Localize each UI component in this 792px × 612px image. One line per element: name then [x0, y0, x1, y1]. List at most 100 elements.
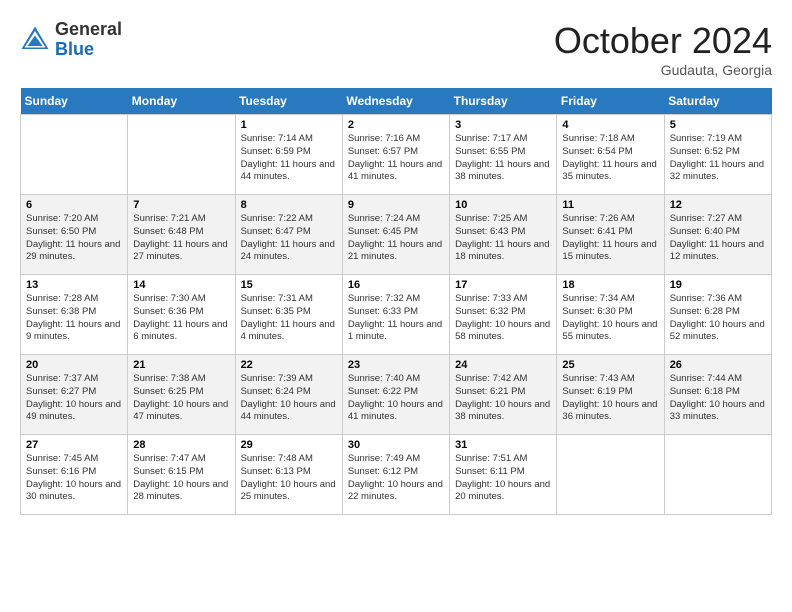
day-info: Sunrise: 7:16 AMSunset: 6:57 PMDaylight:… [348, 133, 444, 184]
calendar-cell: 9 Sunrise: 7:24 AMSunset: 6:45 PMDaylight… [342, 195, 449, 275]
logo-general: General [55, 20, 122, 40]
calendar-cell: 16Sunrise: 7:32 AMSunset: 6:33 PMDayligh… [342, 275, 449, 355]
month-title: October 2024 [554, 20, 772, 62]
day-info: Sunrise: 7:33 AMSunset: 6:32 PMDaylight:… [455, 293, 551, 344]
day-number: 8 [241, 199, 337, 211]
day-info: Sunrise: 7:24 AMSunset: 6:45 PMDaylight:… [348, 213, 444, 264]
calendar-cell: 4 Sunrise: 7:18 AMSunset: 6:54 PMDaylight… [557, 115, 664, 195]
calendar-cell: 19 Sunrise: 7:36 AMSunset: 6:28 PMDayligh… [664, 275, 771, 355]
day-number: 26 [670, 359, 766, 371]
day-info: Sunrise: 7:42 AMSunset: 6:21 PMDaylight:… [455, 373, 551, 424]
day-number: 7 [133, 199, 229, 211]
calendar-cell [557, 435, 664, 515]
day-info: Sunrise: 7:21 AMSunset: 6:48 PMDaylight:… [133, 213, 229, 264]
calendar-cell: 6 Sunrise: 7:20 AMSunset: 6:50 PMDaylight… [21, 195, 128, 275]
calendar-cell: 21 Sunrise: 7:38 AMSunset: 6:25 PMDayligh… [128, 355, 235, 435]
day-info: Sunrise: 7:45 AMSunset: 6:16 PMDaylight:… [26, 453, 122, 504]
weekday-header-thursday: Thursday [450, 88, 557, 115]
day-info: Sunrise: 7:20 AMSunset: 6:50 PMDaylight:… [26, 213, 122, 264]
day-number: 15 [241, 279, 337, 291]
calendar-cell [128, 115, 235, 195]
calendar-cell: 11 Sunrise: 7:26 AMSunset: 6:41 PMDayligh… [557, 195, 664, 275]
calendar-cell: 2 Sunrise: 7:16 AMSunset: 6:57 PMDaylight… [342, 115, 449, 195]
day-number: 2 [348, 119, 444, 131]
calendar-cell: 31 Sunrise: 7:51 AMSunset: 6:11 PMDayligh… [450, 435, 557, 515]
day-number: 13 [26, 279, 122, 291]
day-number: 6 [26, 199, 122, 211]
logo-icon [20, 25, 50, 55]
day-info: Sunrise: 7:26 AMSunset: 6:41 PMDaylight:… [562, 213, 658, 264]
page-header: General Blue October 2024 Gudauta, Georg… [20, 20, 772, 78]
day-number: 20 [26, 359, 122, 371]
day-info: Sunrise: 7:48 AMSunset: 6:13 PMDaylight:… [241, 453, 337, 504]
day-info: Sunrise: 7:19 AMSunset: 6:52 PMDaylight:… [670, 133, 766, 184]
day-info: Sunrise: 7:47 AMSunset: 6:15 PMDaylight:… [133, 453, 229, 504]
calendar-cell: 29 Sunrise: 7:48 AMSunset: 6:13 PMDayligh… [235, 435, 342, 515]
day-info: Sunrise: 7:30 AMSunset: 6:36 PMDaylight:… [133, 293, 229, 344]
calendar-cell: 10Sunrise: 7:25 AMSunset: 6:43 PMDayligh… [450, 195, 557, 275]
day-info: Sunrise: 7:34 AMSunset: 6:30 PMDaylight:… [562, 293, 658, 344]
logo: General Blue [20, 20, 122, 60]
day-number: 17 [455, 279, 551, 291]
calendar-cell: 22 Sunrise: 7:39 AMSunset: 6:24 PMDayligh… [235, 355, 342, 435]
calendar-cell: 1 Sunrise: 7:14 AMSunset: 6:59 PMDaylight… [235, 115, 342, 195]
day-number: 28 [133, 439, 229, 451]
day-info: Sunrise: 7:14 AMSunset: 6:59 PMDaylight:… [241, 133, 337, 184]
day-info: Sunrise: 7:18 AMSunset: 6:54 PMDaylight:… [562, 133, 658, 184]
calendar-week-row: 1 Sunrise: 7:14 AMSunset: 6:59 PMDaylight… [21, 115, 772, 195]
day-number: 30 [348, 439, 444, 451]
weekday-header-friday: Friday [557, 88, 664, 115]
day-number: 11 [562, 199, 658, 211]
day-number: 3 [455, 119, 551, 131]
weekday-header-wednesday: Wednesday [342, 88, 449, 115]
calendar-cell: 5Sunrise: 7:19 AMSunset: 6:52 PMDaylight… [664, 115, 771, 195]
calendar-cell: 27 Sunrise: 7:45 AMSunset: 6:16 PMDayligh… [21, 435, 128, 515]
weekday-header-monday: Monday [128, 88, 235, 115]
calendar-cell: 13 Sunrise: 7:28 AMSunset: 6:38 PMDayligh… [21, 275, 128, 355]
day-number: 31 [455, 439, 551, 451]
day-number: 19 [670, 279, 766, 291]
day-number: 1 [241, 119, 337, 131]
location: Gudauta, Georgia [554, 62, 772, 78]
day-number: 27 [26, 439, 122, 451]
day-info: Sunrise: 7:39 AMSunset: 6:24 PMDaylight:… [241, 373, 337, 424]
day-number: 24 [455, 359, 551, 371]
day-number: 22 [241, 359, 337, 371]
weekday-header-sunday: Sunday [21, 88, 128, 115]
day-number: 21 [133, 359, 229, 371]
calendar-cell: 15Sunrise: 7:31 AMSunset: 6:35 PMDayligh… [235, 275, 342, 355]
calendar-week-row: 13 Sunrise: 7:28 AMSunset: 6:38 PMDayligh… [21, 275, 772, 355]
day-info: Sunrise: 7:43 AMSunset: 6:19 PMDaylight:… [562, 373, 658, 424]
calendar-header: SundayMondayTuesdayWednesdayThursdayFrid… [21, 88, 772, 115]
calendar-cell: 17 Sunrise: 7:33 AMSunset: 6:32 PMDayligh… [450, 275, 557, 355]
day-number: 29 [241, 439, 337, 451]
calendar-cell: 18Sunrise: 7:34 AMSunset: 6:30 PMDayligh… [557, 275, 664, 355]
day-info: Sunrise: 7:37 AMSunset: 6:27 PMDaylight:… [26, 373, 122, 424]
calendar-cell: 3Sunrise: 7:17 AMSunset: 6:55 PMDaylight… [450, 115, 557, 195]
weekday-header-saturday: Saturday [664, 88, 771, 115]
calendar-cell: 30 Sunrise: 7:49 AMSunset: 6:12 PMDayligh… [342, 435, 449, 515]
day-info: Sunrise: 7:36 AMSunset: 6:28 PMDaylight:… [670, 293, 766, 344]
day-number: 10 [455, 199, 551, 211]
calendar-cell [21, 115, 128, 195]
day-number: 9 [348, 199, 444, 211]
calendar-cell: 12Sunrise: 7:27 AMSunset: 6:40 PMDayligh… [664, 195, 771, 275]
calendar-cell: 7 Sunrise: 7:21 AMSunset: 6:48 PMDaylight… [128, 195, 235, 275]
calendar-table: SundayMondayTuesdayWednesdayThursdayFrid… [20, 88, 772, 515]
day-number: 14 [133, 279, 229, 291]
calendar-week-row: 6 Sunrise: 7:20 AMSunset: 6:50 PMDaylight… [21, 195, 772, 275]
day-info: Sunrise: 7:51 AMSunset: 6:11 PMDaylight:… [455, 453, 551, 504]
day-number: 16 [348, 279, 444, 291]
weekday-header-row: SundayMondayTuesdayWednesdayThursdayFrid… [21, 88, 772, 115]
day-info: Sunrise: 7:27 AMSunset: 6:40 PMDaylight:… [670, 213, 766, 264]
logo-blue: Blue [55, 40, 122, 60]
calendar-body: 1 Sunrise: 7:14 AMSunset: 6:59 PMDaylight… [21, 115, 772, 515]
calendar-cell: 14 Sunrise: 7:30 AMSunset: 6:36 PMDayligh… [128, 275, 235, 355]
day-info: Sunrise: 7:49 AMSunset: 6:12 PMDaylight:… [348, 453, 444, 504]
day-number: 4 [562, 119, 658, 131]
day-info: Sunrise: 7:38 AMSunset: 6:25 PMDaylight:… [133, 373, 229, 424]
calendar-cell: 8Sunrise: 7:22 AMSunset: 6:47 PMDaylight… [235, 195, 342, 275]
day-info: Sunrise: 7:28 AMSunset: 6:38 PMDaylight:… [26, 293, 122, 344]
calendar-week-row: 20 Sunrise: 7:37 AMSunset: 6:27 PMDayligh… [21, 355, 772, 435]
day-number: 23 [348, 359, 444, 371]
